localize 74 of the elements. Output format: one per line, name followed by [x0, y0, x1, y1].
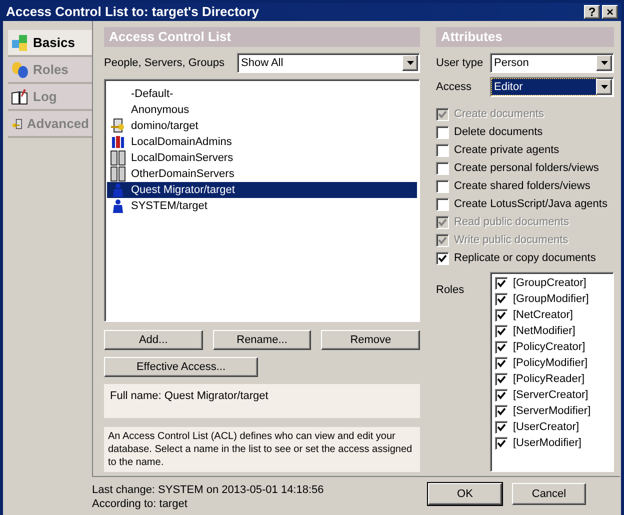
last-change-text: Last change: SYSTEM on 2013-05-01 14:18:56 — [92, 483, 325, 497]
role-label: [ServerModifier] — [513, 404, 591, 419]
option-label: Replicate or copy documents — [454, 250, 596, 266]
entry-name: OtherDomainServers — [131, 166, 234, 182]
option-label: Create LotusScript/Java agents — [454, 196, 608, 212]
rename-button[interactable]: Rename... — [212, 330, 312, 350]
window-title: Access Control List to: target's Directory — [6, 3, 260, 22]
effective-access-button[interactable]: Effective Access... — [104, 357, 258, 377]
filter-label: People, Servers, Groups — [104, 56, 224, 71]
entry-name: LocalDomainServers — [131, 150, 234, 166]
dropdown[interactable]: Show All — [237, 53, 420, 73]
role-label: [NetCreator] — [513, 308, 573, 323]
list-item[interactable]: Quest Migrator/target — [107, 182, 417, 198]
help-button[interactable]: ? — [584, 5, 600, 19]
add-button[interactable]: Add... — [104, 330, 203, 350]
option-label: Write public documents — [454, 232, 568, 248]
dropdown[interactable]: Editor — [490, 77, 614, 97]
checkbox[interactable] — [436, 252, 449, 264]
user-type-label: User type — [436, 56, 484, 71]
entry-name: Anonymous — [131, 102, 190, 118]
person-icon — [112, 199, 124, 213]
server-icon — [110, 150, 126, 166]
list-item[interactable]: OtherDomainServers — [107, 166, 417, 182]
list-item[interactable]: domino/target — [107, 118, 417, 134]
list-item[interactable]: SYSTEM/target — [107, 198, 417, 214]
close-button[interactable]: × — [602, 5, 618, 19]
entry-name: -Default- — [131, 86, 174, 102]
description-text: An Access Control List (ACL) defines who can view and edit your database. Select a name in the list to see or set the access assigned to the name. — [108, 431, 412, 468]
list-item[interactable]: LocalDomainAdmins — [107, 134, 417, 150]
role-label: [UserCreator] — [513, 420, 580, 435]
roles-label: Roles — [436, 283, 466, 298]
entry-name: Quest Migrator/target — [131, 182, 235, 198]
book-icon — [11, 88, 29, 106]
role-label: [PolicyReader] — [513, 372, 585, 387]
role-label: [NetModifier] — [513, 324, 576, 339]
role-label: [ServerCreator] — [513, 388, 588, 403]
group-icon — [111, 135, 125, 149]
role-label: [PolicyCreator] — [513, 340, 586, 355]
server-key-icon — [110, 118, 126, 134]
sidebar-tab[interactable]: Basics — [8, 30, 92, 57]
option-label: Create documents — [454, 106, 544, 122]
cubes-icon — [11, 34, 29, 52]
person-icon — [112, 183, 124, 197]
according-to-text: According to: target — [92, 497, 188, 511]
checkbox[interactable] — [436, 126, 449, 138]
role-label: [UserModifier] — [513, 436, 582, 451]
checkbox[interactable] — [436, 162, 449, 174]
option-label: Delete documents — [454, 124, 543, 140]
checkbox[interactable] — [436, 198, 449, 210]
option-label: Create personal folders/views — [454, 160, 599, 176]
list-item[interactable]: Anonymous — [107, 102, 417, 118]
ok-button[interactable]: OK — [428, 483, 502, 505]
role-label: [GroupCreator] — [513, 276, 586, 291]
access-label: Access — [436, 80, 472, 95]
option-label: Read public documents — [454, 214, 569, 230]
section-header: Access Control List — [104, 27, 420, 47]
option-label: Create shared folders/views — [454, 178, 590, 194]
checkbox[interactable] — [436, 144, 449, 156]
list-item[interactable]: LocalDomainServers — [107, 150, 417, 166]
section-header: Attributes — [436, 27, 614, 47]
entry-name: domino/target — [131, 118, 198, 134]
dropdown[interactable]: Person — [490, 53, 614, 73]
entry-name: LocalDomainAdmins — [131, 134, 232, 150]
full-name-text: Full name: Quest Migrator/target — [110, 390, 268, 402]
server-icon — [110, 166, 126, 182]
cancel-button[interactable]: Cancel — [512, 483, 586, 505]
remove-button[interactable]: Remove — [321, 330, 420, 350]
list-item[interactable]: -Default- — [107, 86, 417, 102]
option-label: Create private agents — [454, 142, 560, 158]
masks-icon — [11, 60, 29, 78]
role-label: [PolicyModifier] — [513, 356, 588, 371]
role-label: [GroupModifier] — [513, 292, 589, 307]
checkbox[interactable] — [436, 180, 449, 192]
entry-name: SYSTEM/target — [131, 198, 208, 214]
